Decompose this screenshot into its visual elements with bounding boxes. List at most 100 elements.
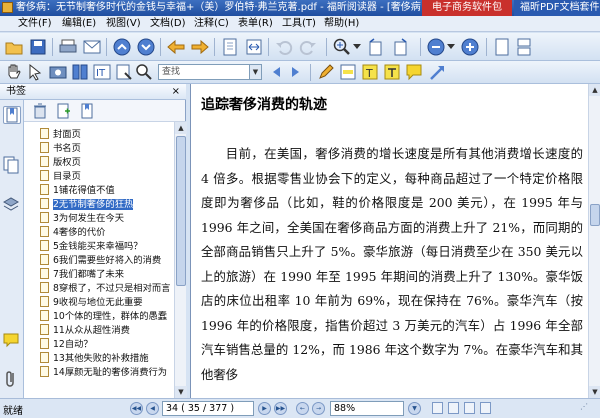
fit-width-button[interactable] [244, 37, 264, 57]
list-item[interactable]: 13其他失败的补救措施 [40, 352, 149, 365]
fit-page-button[interactable] [220, 37, 240, 57]
list-item[interactable]: 10个体的理性，群体的愚蠢 [40, 310, 167, 323]
back-view-icon[interactable]: ← [296, 402, 309, 415]
ad-pdf-suite-link[interactable]: 福昕PDF文档套件 [514, 0, 600, 16]
menu-tools[interactable]: 工具(T) [280, 16, 318, 32]
list-item[interactable]: 7我们都嘴了未来 [40, 268, 124, 281]
zoom-out-icon[interactable] [426, 37, 446, 57]
menu-document[interactable]: 文档(D) [148, 16, 188, 32]
rotate-left-icon[interactable] [366, 37, 386, 57]
email-button[interactable] [82, 37, 102, 57]
find-previous-icon[interactable] [266, 62, 286, 82]
textbox-icon[interactable] [382, 62, 402, 82]
search-input[interactable]: 查找 ▼ [158, 64, 262, 80]
list-item[interactable]: 目录页 [40, 170, 81, 183]
back-arrow-icon[interactable] [166, 37, 186, 57]
forward-view-icon[interactable]: → [312, 402, 325, 415]
scroll-down-icon[interactable]: ▼ [589, 386, 600, 398]
menu-help[interactable]: 帮助(H) [322, 16, 361, 32]
list-item[interactable]: 6我们需要些好将入的消费 [40, 254, 161, 267]
list-item[interactable]: 5金钱能买来幸福吗？ [40, 240, 143, 253]
list-item[interactable]: 2无节制奢侈的狂热 [40, 198, 134, 211]
single-page-icon[interactable] [492, 37, 512, 57]
select-text-icon[interactable] [26, 62, 46, 82]
open-button[interactable] [4, 37, 24, 57]
pages-tab-icon[interactable] [3, 156, 21, 174]
scrollbar-thumb[interactable] [590, 204, 600, 226]
book-icon[interactable] [70, 62, 90, 82]
snapshot-icon[interactable] [48, 62, 68, 82]
scroll-up-icon[interactable]: ▲ [175, 122, 187, 134]
list-item[interactable]: 书名页 [40, 142, 81, 155]
list-item[interactable]: 封面页 [40, 128, 81, 141]
document-scrollbar[interactable]: ▲ ▼ [588, 84, 600, 398]
continuous-view-icon[interactable] [448, 402, 459, 414]
menu-comment[interactable]: 注释(C) [192, 16, 231, 32]
facing-view-icon[interactable] [464, 402, 475, 414]
list-item[interactable]: 12自动？ [40, 338, 93, 351]
ad-ecommerce-link[interactable]: 电子商务软件包 [422, 0, 512, 16]
arrow-tool-icon[interactable] [428, 62, 448, 82]
prev-page-icon[interactable]: ◀ [146, 402, 159, 415]
hand-tool-icon[interactable] [4, 62, 24, 82]
next-page-button[interactable] [136, 37, 156, 57]
save-button[interactable] [28, 37, 48, 57]
close-panel-icon[interactable]: × [172, 84, 180, 100]
redo-icon[interactable] [298, 37, 318, 57]
continuous-facing-view-icon[interactable] [480, 402, 491, 414]
document-view[interactable]: 追踪奢侈消费的轨迹 目前，在美国，奢侈消费的增长速度是所有其他消费增长速度的 4… [190, 84, 588, 398]
layers-tab-icon[interactable] [2, 196, 21, 214]
list-item[interactable]: 4奢侈的代价 [40, 226, 105, 239]
list-item[interactable]: 3为何发生在今天 [40, 212, 124, 225]
bookmark-scrollbar[interactable]: ▲ ▼ [174, 122, 187, 398]
list-item[interactable]: 8穿根了，不过只是相对而言 [40, 282, 170, 295]
page-number-field[interactable]: 34 ( 35 / 377 ) [162, 401, 254, 416]
bookmark-icon [40, 324, 49, 335]
highlight-icon[interactable] [338, 62, 358, 82]
menu-edit[interactable]: 编辑(E) [60, 16, 98, 32]
list-item[interactable]: 9收视与地位无此重要 [40, 296, 143, 309]
zoom-tool-icon[interactable] [332, 37, 352, 57]
comments-tab-icon[interactable] [3, 332, 21, 350]
find-next-icon[interactable] [286, 62, 306, 82]
bookmark-options-icon[interactable] [78, 101, 98, 121]
list-item[interactable]: 1铺花得值不值 [40, 184, 115, 197]
menu-view[interactable]: 视图(V) [104, 16, 143, 32]
menu-form[interactable]: 表单(R) [236, 16, 275, 32]
attachments-tab-icon[interactable] [3, 370, 21, 388]
select-page-icon[interactable] [114, 62, 134, 82]
continuous-page-icon[interactable] [514, 37, 534, 57]
previous-page-button[interactable] [112, 37, 132, 57]
bookmarks-tab-icon[interactable] [3, 106, 21, 124]
last-page-icon[interactable]: ▶▶ [274, 402, 287, 415]
add-bookmark-icon[interactable] [54, 101, 74, 121]
scroll-down-icon[interactable]: ▼ [175, 386, 187, 398]
pencil-icon[interactable] [316, 62, 336, 82]
zoom-field[interactable]: 88% [330, 401, 404, 416]
first-page-icon[interactable]: ◀◀ [130, 402, 143, 415]
scroll-up-icon[interactable]: ▲ [589, 84, 600, 96]
list-item[interactable]: 版权页 [40, 156, 81, 169]
zoom-in-icon[interactable] [460, 37, 480, 57]
next-page-icon[interactable]: ▶ [258, 402, 271, 415]
menu-file[interactable]: 文件(F) [16, 16, 54, 32]
single-page-view-icon[interactable] [432, 402, 443, 414]
list-item[interactable]: 14厚颜无耻的奢侈消费行为 [40, 366, 167, 379]
find-icon[interactable] [134, 62, 154, 82]
bookmark-icon [40, 282, 49, 293]
zoom-level-dropdown-icon[interactable]: ▼ [408, 402, 421, 415]
forward-arrow-icon[interactable] [190, 37, 210, 57]
undo-icon[interactable] [274, 37, 294, 57]
list-item[interactable]: 11从众从超性消费 [40, 324, 130, 337]
scrollbar-thumb[interactable] [176, 136, 186, 286]
rotate-right-icon[interactable] [390, 37, 410, 57]
zoom-out-dropdown-icon[interactable] [446, 37, 456, 57]
text-tool-icon[interactable]: IT [92, 62, 112, 82]
print-button[interactable] [58, 37, 78, 57]
zoom-dropdown-icon[interactable] [352, 37, 362, 57]
resize-grip-icon[interactable]: ⋰ [580, 402, 591, 414]
typewriter-icon[interactable]: T [360, 62, 380, 82]
note-icon[interactable] [404, 62, 424, 82]
delete-bookmark-icon[interactable] [30, 101, 50, 121]
search-dropdown-icon[interactable]: ▼ [249, 65, 261, 79]
